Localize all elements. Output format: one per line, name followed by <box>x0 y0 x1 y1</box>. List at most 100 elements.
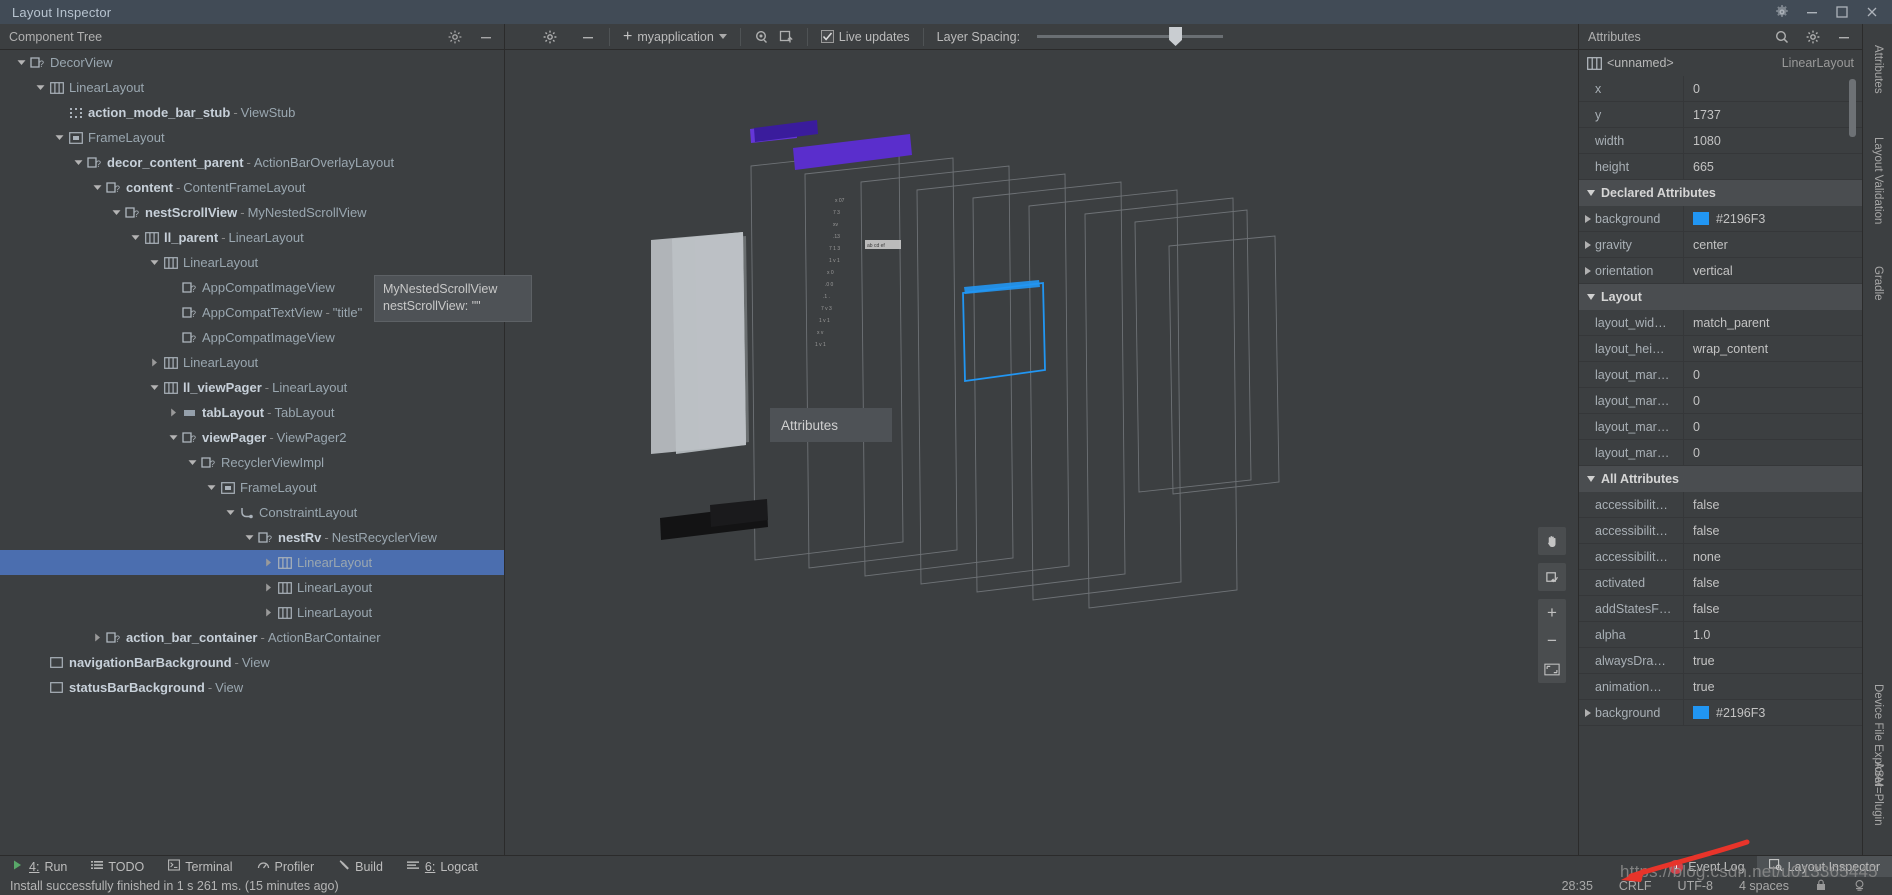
tree-row[interactable]: LinearLayout <box>0 575 504 600</box>
chevron-right-icon[interactable] <box>90 633 105 642</box>
attribute-value[interactable]: wrap_content <box>1683 335 1862 362</box>
attributes-list[interactable]: x 0 y 1737 width 1080 height 665 Declared Attrib… <box>1579 76 1862 855</box>
tree-row[interactable]: ? viewPager - ViewPager2 <box>0 425 504 450</box>
chevron-right-icon[interactable] <box>1585 214 1591 223</box>
attribute-value[interactable]: none <box>1683 543 1862 570</box>
attribute-value[interactable]: false <box>1683 491 1862 518</box>
tool-window-build[interactable]: Build <box>326 856 395 878</box>
tool-window-terminal[interactable]: Terminal <box>156 856 244 878</box>
attribute-row[interactable]: layout_mar… 0 <box>1579 439 1862 466</box>
attribute-value[interactable]: 0 <box>1683 76 1862 102</box>
load-snapshot-button[interactable] <box>774 26 798 48</box>
attribute-value[interactable]: 0 <box>1683 413 1862 440</box>
tree-row[interactable]: ConstraintLayout <box>0 500 504 525</box>
chevron-down-icon[interactable] <box>71 158 86 167</box>
attribute-row[interactable]: gravity center <box>1579 231 1862 258</box>
tree-row[interactable]: action_mode_bar_stub - ViewStub <box>0 100 504 125</box>
chevron-down-icon[interactable] <box>1587 476 1595 482</box>
chevron-down-icon[interactable] <box>33 83 48 92</box>
tree-row[interactable]: ? RecyclerViewImpl <box>0 450 504 475</box>
attribute-row[interactable]: layout_mar… 0 <box>1579 387 1862 414</box>
chevron-right-icon[interactable] <box>1585 240 1591 249</box>
attribute-section-header[interactable]: All Attributes <box>1579 466 1862 492</box>
attribute-value[interactable]: 0 <box>1683 439 1862 466</box>
chevron-down-icon[interactable] <box>223 508 238 517</box>
attribute-value[interactable]: 1737 <box>1683 101 1862 128</box>
attribute-section-header[interactable]: Layout <box>1579 284 1862 310</box>
attribute-value[interactable]: true <box>1683 647 1862 674</box>
chevron-down-icon[interactable] <box>147 258 162 267</box>
attribute-row[interactable]: layout_mar… 0 <box>1579 361 1862 388</box>
attribute-value[interactable]: vertical <box>1683 257 1862 284</box>
attribute-row[interactable]: alpha 1.0 <box>1579 621 1862 648</box>
gear-icon[interactable] <box>1774 4 1790 20</box>
component-tree-list[interactable]: ? DecorView LinearLayout action_mode_bar_st… <box>0 50 504 855</box>
tree-row[interactable]: statusBarBackground - View <box>0 675 504 700</box>
status-bar-item[interactable]: 28:35 <box>1562 879 1593 893</box>
attribute-row[interactable]: accessibilit… false <box>1579 491 1862 518</box>
search-icon[interactable] <box>1774 29 1790 45</box>
attribute-row[interactable]: addStatesF… false <box>1579 595 1862 622</box>
attribute-value[interactable]: #2196F3 <box>1683 205 1862 232</box>
attribute-row[interactable]: width 1080 <box>1579 127 1862 154</box>
tree-row[interactable]: ll_viewPager - LinearLayout <box>0 375 504 400</box>
attribute-row[interactable]: activated false <box>1579 569 1862 596</box>
close-icon[interactable] <box>1864 4 1880 20</box>
attribute-value[interactable]: 0 <box>1683 387 1862 414</box>
inspection-icon[interactable] <box>1853 879 1866 894</box>
layout-3d-viewport[interactable]: x 07 7 3 xv .13 7 1 3 1 v 1 x 0 .0 0 .1 . 7 v… <box>505 50 1578 855</box>
attribute-row[interactable]: accessibilit… none <box>1579 543 1862 570</box>
attribute-value[interactable]: #2196F3 <box>1683 699 1862 726</box>
chevron-down-icon[interactable] <box>147 383 162 392</box>
tree-row[interactable]: ? nestRv - NestRecyclerView <box>0 525 504 550</box>
chevron-down-icon[interactable] <box>109 208 124 217</box>
chevron-down-icon[interactable] <box>128 233 143 242</box>
tree-row[interactable]: ? nestScrollView - MyNestedScrollView <box>0 200 504 225</box>
layout-3d-scene[interactable]: x 07 7 3 xv .13 7 1 3 1 v 1 x 0 .0 0 .1 . 7 v… <box>505 50 1578 855</box>
toggle-overlay-button[interactable] <box>750 26 774 48</box>
attribute-row[interactable]: alwaysDra… true <box>1579 647 1862 674</box>
attribute-row[interactable]: background #2196F3 <box>1579 205 1862 232</box>
live-updates-checkbox[interactable] <box>820 30 834 43</box>
live-updates-toggle[interactable]: Live updates <box>817 26 914 48</box>
chevron-down-icon[interactable] <box>1587 190 1595 196</box>
layer-spacing-control[interactable]: Layer Spacing: <box>933 26 1227 48</box>
attribute-value[interactable]: 1080 <box>1683 127 1862 154</box>
tree-row[interactable]: ? AppCompatImageView <box>0 325 504 350</box>
vtab-gradle[interactable]: Gradle <box>1866 252 1890 314</box>
layer-spacing-slider[interactable] <box>1037 27 1224 46</box>
tree-row[interactable]: ? action_bar_container - ActionBarContainer <box>0 625 504 650</box>
gear-icon[interactable] <box>447 29 463 45</box>
toolbar-gear-button[interactable] <box>538 26 562 48</box>
layer-spacing-slider-thumb[interactable] <box>1169 27 1183 46</box>
attribute-row[interactable]: height 665 <box>1579 153 1862 180</box>
attribute-row[interactable]: layout_hei… wrap_content <box>1579 335 1862 362</box>
minimize-icon[interactable] <box>1836 29 1852 45</box>
tool-window-profiler[interactable]: Profiler <box>245 856 327 878</box>
chevron-right-icon[interactable] <box>261 558 276 567</box>
tree-row[interactable]: FrameLayout <box>0 475 504 500</box>
zoom-out-icon[interactable]: − <box>1538 627 1566 655</box>
tree-row[interactable]: LinearLayout <box>0 250 504 275</box>
attribute-value[interactable]: false <box>1683 517 1862 544</box>
tree-row[interactable]: tabLayout - TabLayout <box>0 400 504 425</box>
tree-row[interactable]: ll_parent - LinearLayout <box>0 225 504 250</box>
attribute-row[interactable]: layout_wid… match_parent <box>1579 309 1862 336</box>
tree-row[interactable]: LinearLayout <box>0 600 504 625</box>
tree-row[interactable]: ? content - ContentFrameLayout <box>0 175 504 200</box>
maximize-icon[interactable] <box>1834 4 1850 20</box>
attribute-section-header[interactable]: Declared Attributes <box>1579 180 1862 206</box>
tree-row[interactable]: FrameLayout <box>0 125 504 150</box>
attribute-value[interactable]: true <box>1683 673 1862 700</box>
chevron-down-icon[interactable] <box>90 183 105 192</box>
attribute-value[interactable]: center <box>1683 231 1862 258</box>
chevron-down-icon[interactable] <box>14 58 29 67</box>
vtab-asm-plugin[interactable]: ASM=Plugin <box>1866 744 1890 844</box>
attribute-row[interactable]: orientation vertical <box>1579 257 1862 284</box>
chevron-down-icon[interactable] <box>1587 294 1595 300</box>
attribute-value[interactable]: match_parent <box>1683 309 1862 336</box>
tree-row[interactable]: ? DecorView <box>0 50 504 75</box>
attribute-value[interactable]: false <box>1683 569 1862 596</box>
chevron-down-icon[interactable] <box>52 133 67 142</box>
vtab-layout-validation[interactable]: Layout Validation <box>1866 116 1890 246</box>
